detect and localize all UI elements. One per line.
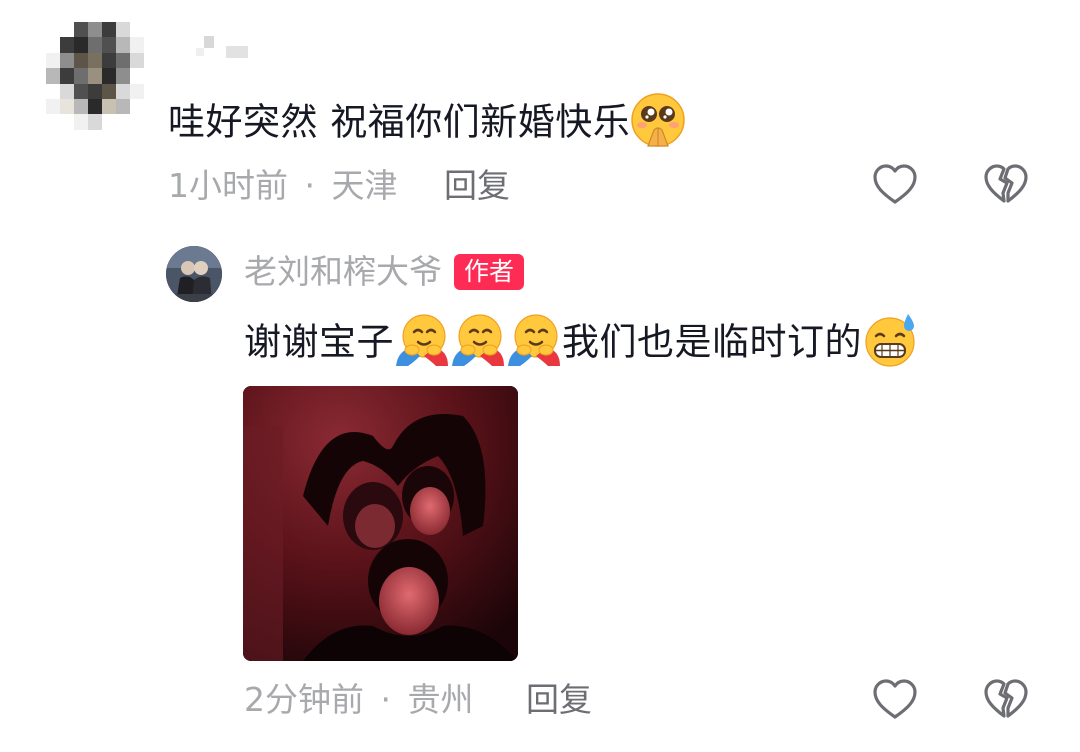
reply-reply-button[interactable]: 回复 [526,680,592,720]
avatar-mosaic-cell [102,83,116,99]
avatar-mosaic-cell [130,83,144,99]
avatar-mosaic-cell [102,98,116,115]
avatar-mosaic-cell [60,83,74,99]
comment-reply-button[interactable]: 回复 [444,166,510,206]
avatar-mosaic-cell [88,52,102,69]
dislike-button[interactable] [983,163,1029,207]
reply-body: 谢谢宝子 我们也是临时订的 [244,314,918,372]
avatar-mosaic-cell [102,114,116,130]
pleading-face-emoji-icon [630,92,686,148]
avatar-mosaic-cell [130,52,144,69]
avatar-mosaic-cell [46,114,60,130]
broken-heart-icon [984,164,1028,203]
avatar-mosaic-cell [130,114,144,130]
heart-outline-icon [873,679,917,719]
reply-location: 贵州 [407,680,474,719]
avatar-mosaic-cell [60,98,74,115]
broken-heart-icon [984,679,1028,718]
avatar-mosaic-cell [46,37,60,53]
avatar-mosaic-cell [88,37,102,53]
commenter-username-blurred[interactable] [196,34,256,62]
avatar-mosaic-cell [102,22,116,38]
avatar-mosaic-cell [60,22,74,38]
avatar-mosaic-cell [88,22,102,38]
avatar-mosaic-cell [74,83,88,99]
avatar-mosaic-cell [60,37,74,53]
author-avatar[interactable] [166,246,222,302]
reply-text-part2: 我们也是临时订的 [562,320,862,364]
meta-separator: · [304,166,316,205]
avatar-mosaic-cell [130,37,144,53]
reply-header: 老刘和榨大爷 作者 [244,252,525,292]
author-badge: 作者 [454,254,525,290]
avatar-mosaic-cell [88,114,102,130]
avatar-mosaic-cell [60,114,74,130]
hugging-face-emoji-icon [506,312,562,368]
avatar-mosaic-cell [74,52,88,69]
avatar-mosaic-cell [130,98,144,115]
meta-separator: · [380,680,392,719]
reply-meta: 2分钟前 · 贵州 [244,680,474,720]
avatar-mosaic-cell [74,37,88,53]
avatar-mosaic-cell [46,52,60,69]
avatar-mosaic-cell [46,98,60,115]
avatar-mosaic-cell [116,52,130,69]
avatar-mosaic-cell [130,68,144,84]
avatar-mosaic-cell [74,68,88,84]
grinning-sweat-emoji-icon [862,312,918,368]
avatar-mosaic-cell [60,52,74,69]
reply-attached-photo[interactable] [243,386,518,661]
avatar-mosaic-cell [102,37,116,53]
avatar-mosaic-cell [130,22,144,38]
avatar-mosaic-cell [116,83,130,99]
avatar-mosaic-cell [60,68,74,84]
comment-body: 哇好突然 祝福你们新婚快乐 [168,93,686,152]
reply-like-button[interactable] [872,678,918,722]
author-username[interactable]: 老刘和榨大爷 [244,252,442,292]
avatar-mosaic-cell [88,98,102,115]
reply-text-part1: 谢谢宝子 [244,320,394,364]
comment-location: 天津 [331,166,398,205]
avatar-mosaic-cell [116,98,130,115]
avatar-mosaic-cell [46,83,60,99]
comment-meta: 1小时前 · 天津 [168,166,398,206]
avatar-mosaic-cell [88,68,102,84]
reply-time: 2分钟前 [244,680,364,719]
heart-outline-icon [873,164,917,204]
avatar-mosaic-cell [74,98,88,115]
avatar-mosaic-cell [102,52,116,69]
avatar-mosaic-cell [46,22,60,38]
avatar-mosaic-cell [74,22,88,38]
comment-text: 哇好突然 祝福你们新婚快乐 [168,100,631,144]
avatar-mosaic-cell [116,37,130,53]
comment-time: 1小时前 [168,166,288,205]
hugging-face-emoji-icon [450,312,506,368]
avatar-mosaic-cell [116,22,130,38]
avatar-mosaic-cell [116,114,130,130]
avatar-mosaic-cell [74,114,88,130]
hugging-face-emoji-icon [394,312,450,368]
avatar-mosaic-cell [88,83,102,99]
commenter-avatar[interactable] [46,22,144,130]
like-button[interactable] [872,163,918,207]
avatar-mosaic-cell [46,68,60,84]
avatar-mosaic-cell [102,68,116,84]
reply-dislike-button[interactable] [983,678,1029,722]
avatar-mosaic-cell [116,68,130,84]
